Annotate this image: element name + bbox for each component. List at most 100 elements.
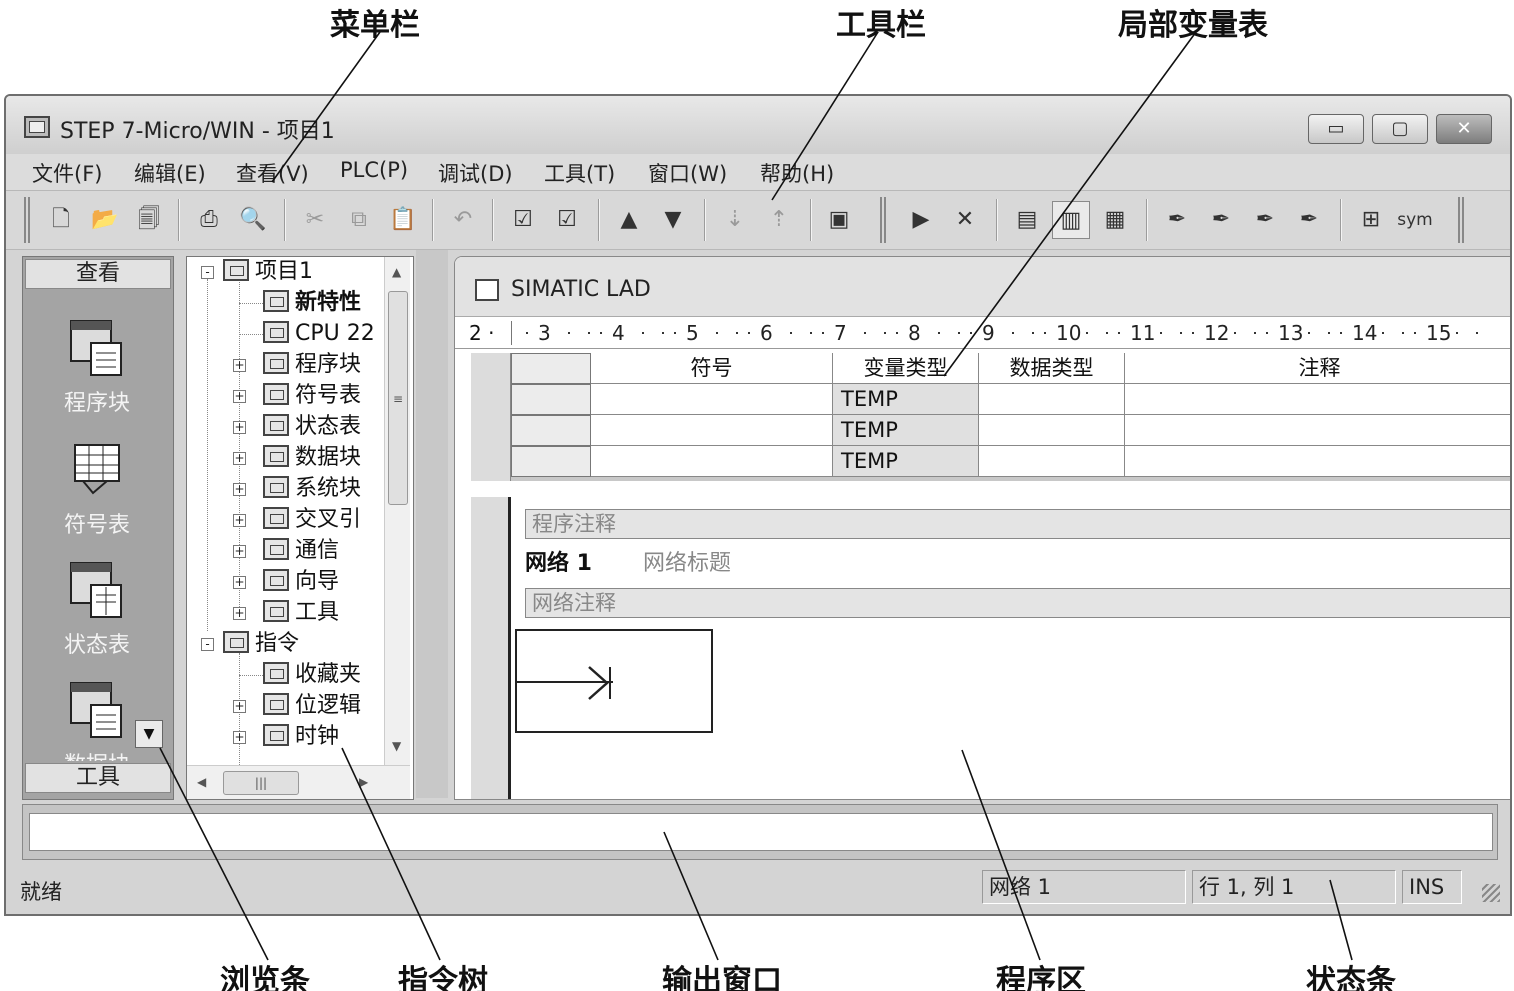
print-preview-icon[interactable]: 🔍 xyxy=(234,201,272,239)
scroll-left-icon[interactable]: ◀ xyxy=(197,775,206,789)
tree-item-new-features[interactable]: 新特性 xyxy=(263,288,361,318)
resize-grip-icon[interactable] xyxy=(1482,884,1500,902)
tree-item-clock[interactable]: 时钟 xyxy=(263,722,339,752)
var-table-header-var-type[interactable]: 变量类型 xyxy=(833,353,979,384)
var-table-header-symbol[interactable]: 符号 xyxy=(591,353,833,384)
tree-item-cross-reference[interactable]: 交叉引 xyxy=(263,505,361,535)
nav-item-symbol-table[interactable]: 符号表 xyxy=(23,441,171,539)
menu-help[interactable]: 帮助(H) xyxy=(754,156,840,190)
sort-ascending-icon[interactable]: ⇣ xyxy=(716,201,754,239)
tree-expander[interactable]: - xyxy=(201,638,214,651)
symbols-icon[interactable]: sym xyxy=(1396,201,1434,239)
toolbar-grip[interactable] xyxy=(24,197,30,243)
tree-item-bit-logic[interactable]: 位逻辑 xyxy=(263,691,361,721)
tree-vertical-scroll-thumb[interactable]: ≡ xyxy=(388,291,408,505)
output-window-text[interactable] xyxy=(29,813,1493,851)
tree-horizontal-scroll-thumb[interactable]: ||| xyxy=(223,771,299,795)
tree-vertical-scrollbar[interactable]: ▲ ≡ ▼ xyxy=(384,257,410,765)
open-icon[interactable]: 📂 xyxy=(86,201,124,239)
undo-icon[interactable]: ↶ xyxy=(444,201,482,239)
var-table-cell-data-type[interactable] xyxy=(979,446,1125,477)
minimize-button[interactable]: ▭ xyxy=(1308,114,1364,144)
tree-horizontal-scrollbar[interactable]: ◀ ||| ▶ xyxy=(187,765,410,799)
cut-icon[interactable]: ✂ xyxy=(296,201,334,239)
var-table-cell-var-type[interactable]: TEMP xyxy=(833,384,979,415)
nav-item-program-block[interactable]: 程序块 xyxy=(23,319,171,417)
var-table-cell-data-type[interactable] xyxy=(979,384,1125,415)
var-table-cell-var-type[interactable]: TEMP xyxy=(833,446,979,477)
view-stl-icon[interactable]: ▤ xyxy=(1008,201,1046,239)
tree-expander[interactable]: + xyxy=(233,452,246,465)
program-comment[interactable]: 程序注释 xyxy=(525,509,1510,539)
tree-expander[interactable]: - xyxy=(201,266,214,279)
tree-item-status-table[interactable]: 状态表 xyxy=(263,412,361,442)
network-comment[interactable]: 网络注释 xyxy=(525,588,1510,618)
bookmark-toggle-icon[interactable]: ✒ xyxy=(1158,201,1196,239)
tree-item-symbol-table[interactable]: 符号表 xyxy=(263,381,361,411)
network-title[interactable]: 网络标题 xyxy=(643,545,731,577)
tree-item-communication[interactable]: 通信 xyxy=(263,536,339,566)
title-bar[interactable]: STEP 7-Micro/WIN - 项目1 ▭ ▢ ✕ xyxy=(6,96,1510,154)
var-table-cell-comment[interactable] xyxy=(1125,384,1510,415)
save-all-icon[interactable]: 🗐 xyxy=(130,201,168,239)
scroll-right-icon[interactable]: ▶ xyxy=(359,775,368,789)
var-table-cell-comment[interactable] xyxy=(1125,415,1510,446)
toolbar-grip[interactable] xyxy=(880,197,886,243)
var-table-cell-symbol[interactable] xyxy=(591,384,833,415)
tree-expander[interactable]: + xyxy=(233,483,246,496)
tree-item-tools[interactable]: 工具 xyxy=(263,598,339,628)
view-lad-icon[interactable]: ▥ xyxy=(1052,201,1090,239)
menu-tools[interactable]: 工具(T) xyxy=(538,156,621,190)
bookmark-next-icon[interactable]: ✒ xyxy=(1202,201,1240,239)
navigation-bar-footer[interactable]: 工具 xyxy=(25,763,171,793)
program-area[interactable]: 程序注释 网络 1 网络标题 网络注释 xyxy=(471,497,1510,799)
copy-icon[interactable]: ⧉ xyxy=(340,201,378,239)
ladder-rung-cursor[interactable] xyxy=(515,629,713,733)
tree-item-instructions[interactable]: 指令 xyxy=(223,629,299,659)
paste-icon[interactable]: 📋 xyxy=(384,201,422,239)
menu-view[interactable]: 查看(V) xyxy=(230,156,315,190)
network-label[interactable]: 网络 1 xyxy=(525,545,592,577)
tree-item-project[interactable]: 项目1 xyxy=(223,257,313,287)
var-table-row-header[interactable] xyxy=(511,384,591,415)
menu-debug[interactable]: 调试(D) xyxy=(432,156,519,190)
options-icon[interactable]: ▣ xyxy=(820,201,858,239)
upload-icon[interactable]: ▲ xyxy=(610,201,648,239)
menu-file[interactable]: 文件(F) xyxy=(26,156,108,190)
tree-item-data-block[interactable]: 数据块 xyxy=(263,443,361,473)
tree-expander[interactable]: + xyxy=(233,390,246,403)
menu-window[interactable]: 窗口(W) xyxy=(642,156,733,190)
pane-splitter[interactable] xyxy=(416,250,448,798)
tree-expander[interactable]: + xyxy=(233,607,246,620)
navigation-bar-dropdown[interactable]: ▼ xyxy=(135,720,163,748)
bookmark-prev-icon[interactable]: ✒ xyxy=(1246,201,1284,239)
var-table-cell-symbol[interactable] xyxy=(591,415,833,446)
menu-plc[interactable]: PLC(P) xyxy=(334,156,414,184)
compile-icon[interactable]: ☑ xyxy=(504,201,542,239)
tree-expander[interactable]: + xyxy=(233,514,246,527)
var-table-header-comment[interactable]: 注释 xyxy=(1125,353,1510,384)
bookmark-clear-icon[interactable]: ✒ xyxy=(1290,201,1328,239)
var-table-header-data-type[interactable]: 数据类型 xyxy=(979,353,1125,384)
print-icon[interactable]: ⎙ xyxy=(190,201,228,239)
tree-item-program-block[interactable]: 程序块 xyxy=(263,350,361,380)
menu-edit[interactable]: 编辑(E) xyxy=(128,156,212,190)
sort-descending-icon[interactable]: ⇡ xyxy=(760,201,798,239)
tree-expander[interactable]: + xyxy=(233,359,246,372)
tree-item-system-block[interactable]: 系统块 xyxy=(263,474,361,504)
navigation-bar-header[interactable]: 查看 xyxy=(25,259,171,289)
var-table-cell-symbol[interactable] xyxy=(591,446,833,477)
toolbar-grip[interactable] xyxy=(1458,197,1464,243)
view-fbd-icon[interactable]: ▦ xyxy=(1096,201,1134,239)
var-table-cell-data-type[interactable] xyxy=(979,415,1125,446)
run-icon[interactable]: ▶ xyxy=(902,201,940,239)
insert-network-icon[interactable]: ⊞ xyxy=(1352,201,1390,239)
tree-item-favorites[interactable]: 收藏夹 xyxy=(263,660,361,690)
var-table-cell-var-type[interactable]: TEMP xyxy=(833,415,979,446)
scroll-up-icon[interactable]: ▲ xyxy=(392,265,401,279)
compile-all-icon[interactable]: ☑ xyxy=(548,201,586,239)
stop-icon[interactable]: ✕ xyxy=(946,201,984,239)
var-table-row-header[interactable] xyxy=(511,446,591,477)
close-button[interactable]: ✕ xyxy=(1436,114,1492,144)
tree-item-cpu[interactable]: CPU 22 xyxy=(263,319,375,349)
